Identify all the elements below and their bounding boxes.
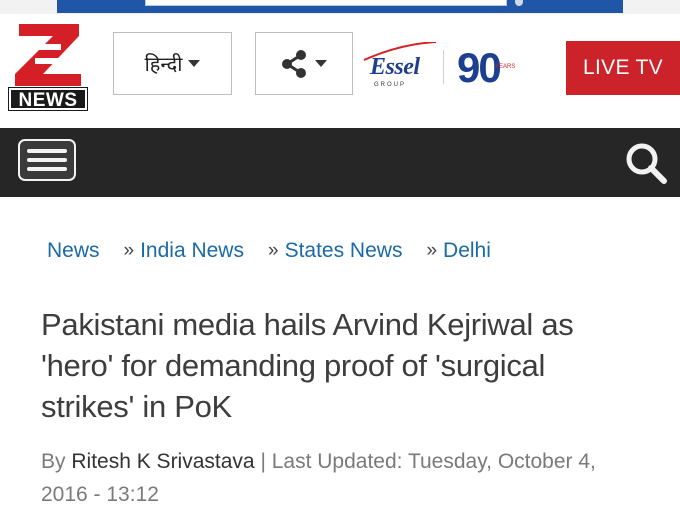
main-navbar xyxy=(0,128,680,197)
essel-text: Essel xyxy=(370,54,420,80)
ninety-years-logo: 90 YEARS xyxy=(455,44,525,92)
breadcrumb-delhi[interactable]: Delhi xyxy=(443,239,491,263)
essel-group-logo: Essel GROUP xyxy=(360,42,440,92)
ad-banner-icon xyxy=(515,0,523,6)
hamburger-menu-button[interactable] xyxy=(18,139,76,181)
logo-divider xyxy=(443,50,444,84)
breadcrumb-india-news[interactable]: India News xyxy=(140,239,244,263)
article-byline: By Ritesh K Srivastava | Last Updated: T… xyxy=(41,445,641,511)
ninety-years-text: YEARS xyxy=(495,64,516,70)
byline-prefix: By xyxy=(41,450,66,473)
ad-banner[interactable] xyxy=(57,0,623,13)
share-button[interactable] xyxy=(255,32,353,95)
search-icon xyxy=(626,143,667,184)
search-button[interactable] xyxy=(624,141,670,185)
breadcrumb-states-news[interactable]: States News xyxy=(285,239,403,263)
zee-logo-mark xyxy=(15,24,81,86)
chevron-down-icon xyxy=(315,60,327,67)
article-headline: Pakistani media hails Arvind Kejriwal as… xyxy=(41,307,574,424)
breadcrumb-separator: » xyxy=(123,240,135,261)
breadcrumb-news[interactable]: News xyxy=(47,239,100,263)
site-header: NEWS हिन्दी Essel GROUP 90 YEARS LIVE TV xyxy=(0,14,680,128)
author-link[interactable]: Ritesh K Srivastava xyxy=(71,450,254,473)
ninety-number: 90 xyxy=(457,44,502,91)
chevron-down-icon xyxy=(188,60,201,67)
ad-banner-content xyxy=(145,0,507,6)
live-tv-button[interactable]: LIVE TV xyxy=(566,41,680,95)
language-selector[interactable]: हिन्दी xyxy=(113,32,232,95)
language-label: हिन्दी xyxy=(144,52,183,76)
top-ad-strip xyxy=(0,0,680,14)
essel-group-text: GROUP xyxy=(374,82,407,88)
menu-line xyxy=(27,167,67,171)
menu-line xyxy=(27,158,67,162)
breadcrumb-separator: » xyxy=(267,240,279,261)
logo-news-text: NEWS xyxy=(8,87,88,111)
menu-line xyxy=(27,149,67,153)
breadcrumb: News » India News » States News » Delhi xyxy=(47,238,491,264)
breadcrumb-separator: » xyxy=(426,240,438,261)
share-icon xyxy=(282,49,306,78)
zee-news-logo[interactable]: NEWS xyxy=(8,20,88,124)
